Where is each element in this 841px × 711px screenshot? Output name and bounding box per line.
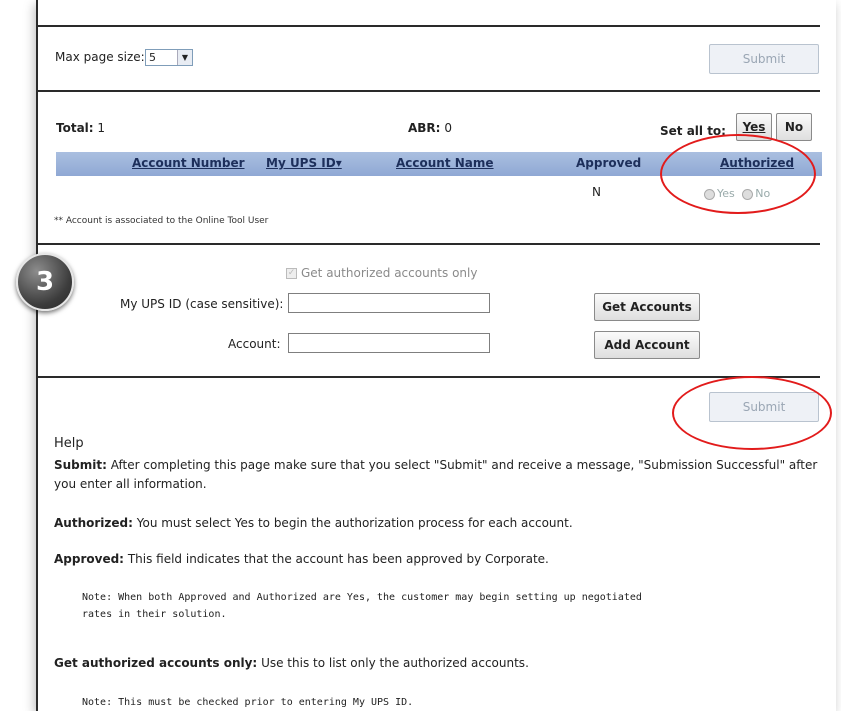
divider — [38, 90, 820, 92]
sort-desc-icon: ▾ — [335, 156, 342, 170]
help-title: Help — [54, 436, 84, 451]
table-footnote: ** Account is associated to the Online T… — [54, 216, 269, 226]
ups-id-label: My UPS ID (case sensitive): — [120, 297, 284, 311]
max-page-size-select[interactable]: 5 ▼ — [145, 49, 193, 66]
total-count: Total: 1 — [56, 121, 106, 135]
help-authorized: Authorized: You must select Yes to begin… — [54, 516, 573, 530]
max-page-size-label: Max page size: — [55, 50, 145, 64]
step-badge: 3 — [16, 253, 74, 311]
help-note-approved-authorized: Note: When both Approved and Authorized … — [82, 592, 642, 620]
col-approved: Approved — [576, 156, 642, 170]
submit-button-top[interactable]: Submit — [709, 44, 819, 74]
col-account-name[interactable]: Account Name — [396, 156, 494, 170]
help-approved: Approved: This field indicates that the … — [54, 552, 549, 566]
col-account-number[interactable]: Account Number — [132, 156, 245, 170]
authorized-no-radio[interactable] — [742, 188, 754, 200]
account-label: Account: — [228, 337, 281, 351]
abr-count: ABR: 0 — [408, 121, 452, 135]
accounts-table-header: Account Number My UPS ID▾ Account Name A… — [56, 152, 822, 176]
authorized-radio-group: Yes No — [704, 187, 770, 200]
chevron-down-icon: ▼ — [177, 50, 192, 65]
set-all-yes-button[interactable]: Yes — [736, 113, 772, 141]
authorized-only-checkbox[interactable]: ✓ — [286, 268, 297, 279]
ups-id-input[interactable] — [288, 293, 490, 313]
get-accounts-button[interactable]: Get Accounts — [594, 293, 700, 321]
divider — [38, 376, 820, 378]
help-authorized-only: Get authorized accounts only: Use this t… — [54, 656, 529, 670]
account-input[interactable] — [288, 333, 490, 353]
set-all-label: Set all to: — [660, 124, 726, 138]
add-account-button[interactable]: Add Account — [594, 331, 700, 359]
divider — [38, 25, 820, 27]
account-authorization-panel: Max page size: 5 ▼ Submit Total: 1 ABR: … — [36, 0, 836, 711]
submit-button-bottom[interactable]: Submit — [709, 392, 819, 422]
authorized-yes-radio[interactable] — [704, 188, 715, 200]
row-approved-value: N — [592, 185, 601, 199]
help-note-authorized-only: Note: This must be checked prior to ente… — [82, 697, 414, 708]
set-all-no-button[interactable]: No — [776, 113, 812, 141]
help-submit: Submit: After completing this page make … — [54, 458, 818, 491]
authorized-only-label: Get authorized accounts only — [301, 266, 478, 280]
col-authorized[interactable]: Authorized — [720, 156, 794, 170]
col-my-ups-id[interactable]: My UPS ID▾ — [266, 156, 342, 170]
divider — [38, 243, 820, 245]
